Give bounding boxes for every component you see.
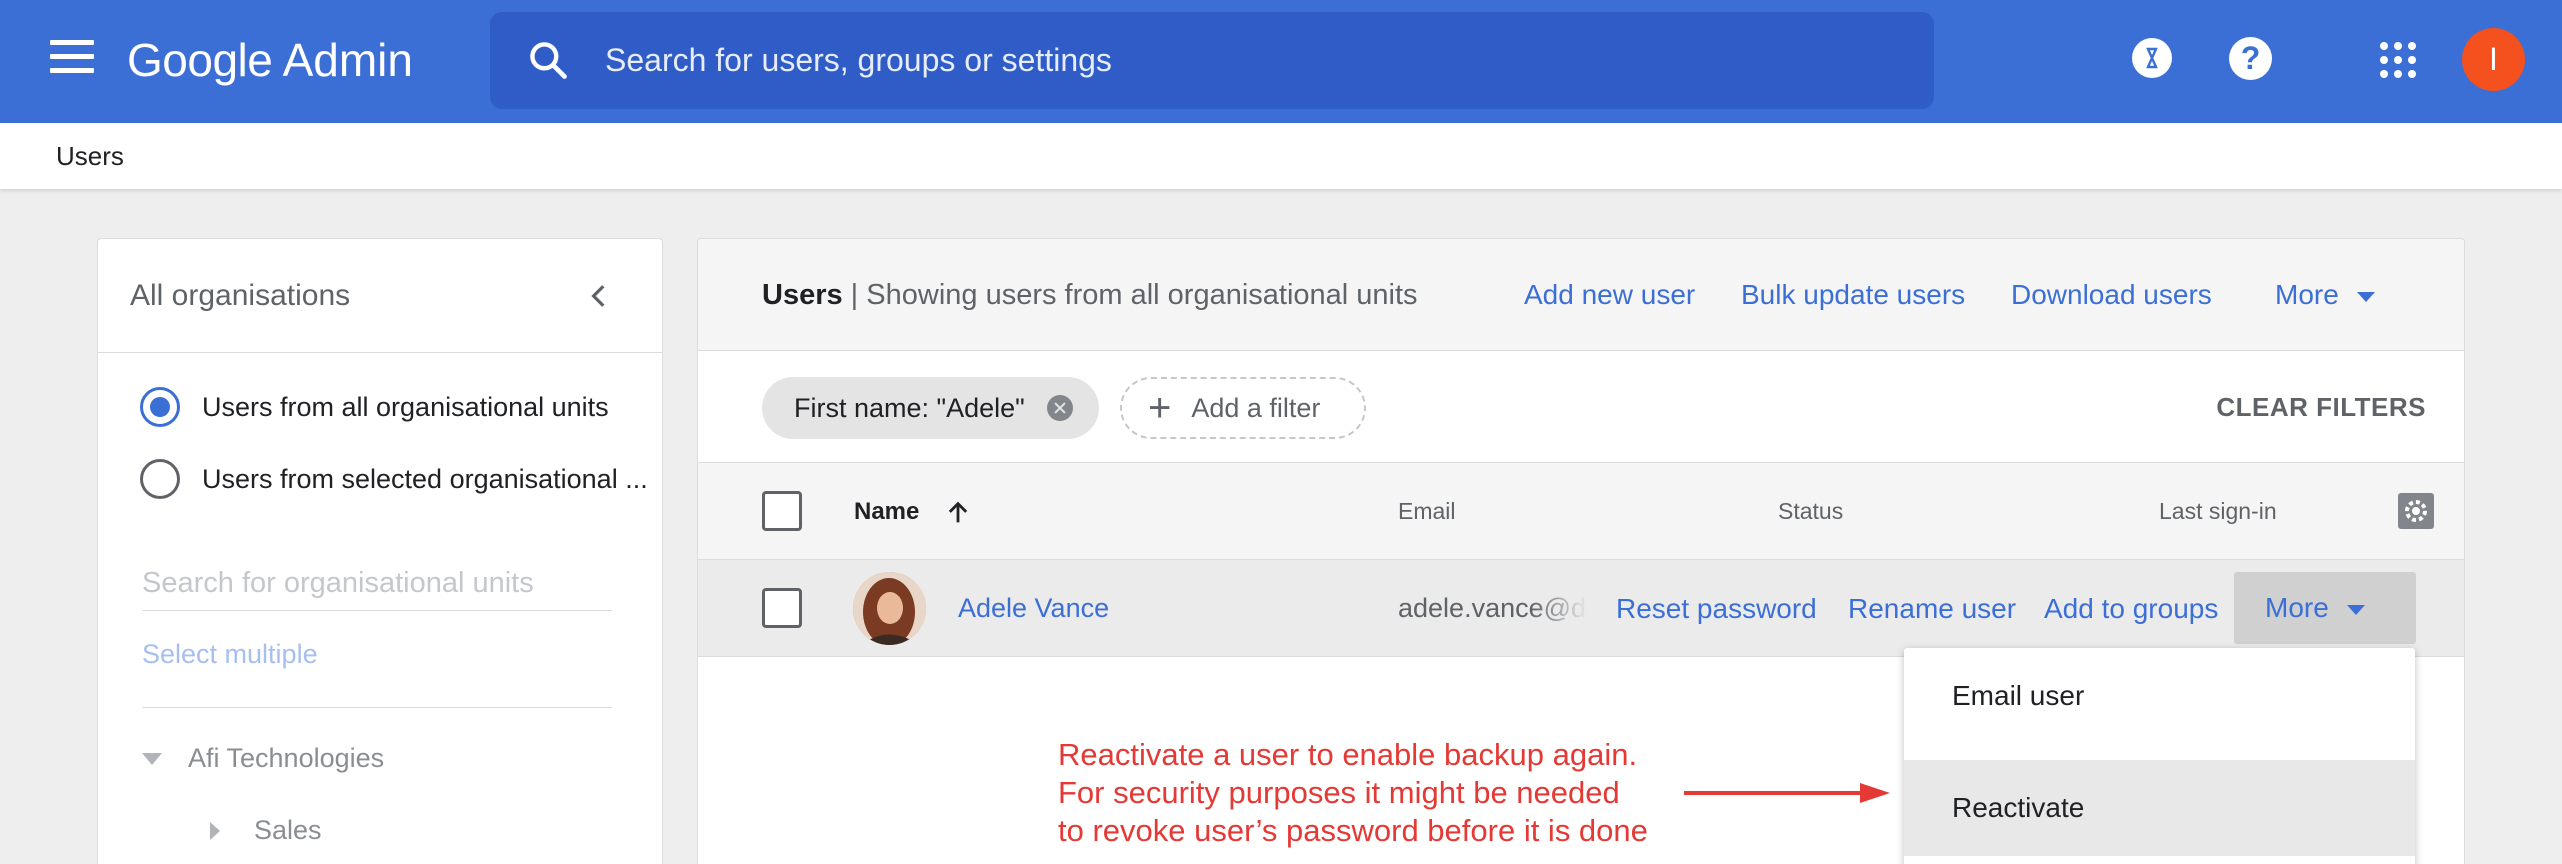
column-header-last-signin[interactable]: Last sign-in (2159, 463, 2277, 560)
logo-google-text: Google (127, 34, 273, 86)
hourglass-icon[interactable] (2132, 38, 2172, 78)
chevron-down-icon (2346, 604, 2365, 615)
search-bar[interactable]: Search for users, groups or settings (490, 12, 1934, 109)
annotation-text: Reactivate a user to enable backup again… (1058, 736, 1648, 850)
expand-right-icon[interactable] (210, 821, 220, 840)
reset-password-button[interactable]: Reset password (1616, 560, 1817, 657)
header-more-label: More (2275, 279, 2339, 310)
apps-grid-icon[interactable] (2380, 42, 2416, 78)
row-checkbox[interactable] (762, 588, 802, 628)
row-more-button[interactable]: More (2234, 572, 2416, 644)
user-avatar (853, 572, 926, 645)
radio-unselected-icon[interactable] (140, 459, 180, 499)
breadcrumb: Users (56, 141, 124, 171)
table-header: Name Email Status Last sign-in (698, 463, 2464, 560)
user-email: adele.vance@demo (1398, 593, 1588, 623)
page-title: Users | Showing users from all organisat… (762, 239, 1418, 351)
collapse-panel-icon[interactable] (586, 283, 612, 309)
header-more-button[interactable]: More (2275, 239, 2375, 351)
clear-filters-button[interactable]: CLEAR FILTERS (2216, 351, 2426, 463)
divider (142, 707, 612, 708)
organisations-panel: All organisations Users from all organis… (97, 238, 663, 864)
tree-item-sales[interactable]: Sales (210, 815, 322, 846)
annotation-line: to revoke user’s password before it is d… (1058, 813, 1648, 848)
add-new-user-button[interactable]: Add new user (1524, 239, 1695, 351)
account-avatar[interactable]: I (2462, 28, 2525, 91)
chevron-down-icon (2356, 291, 2375, 302)
add-filter-button[interactable]: + Add a filter (1120, 377, 1366, 439)
radio-all-units-label: Users from all organisational units (202, 391, 609, 422)
bulk-update-users-button[interactable]: Bulk update users (1741, 239, 1965, 351)
google-admin-logo[interactable]: Google Admin (127, 28, 413, 92)
sort-ascending-icon[interactable] (944, 499, 972, 527)
page-title-bold: Users (762, 279, 843, 311)
breadcrumb-bar: Users (0, 123, 2562, 189)
tree-item-afi-technologies[interactable]: Afi Technologies (142, 743, 384, 774)
column-header-name-label: Name (854, 498, 920, 525)
add-filter-label: Add a filter (1191, 392, 1321, 423)
help-icon[interactable]: ? (2229, 37, 2272, 80)
radio-all-units[interactable]: Users from all organisational units (140, 385, 609, 429)
radio-selected-units-label: Users from selected organisational ... (202, 463, 648, 494)
main-menu-icon[interactable] (50, 40, 94, 80)
top-app-bar: Google Admin Search for users, groups or… (0, 0, 2562, 123)
menu-item-email-user[interactable]: Email user (1904, 648, 2415, 744)
remove-filter-icon[interactable] (1046, 395, 1073, 421)
radio-selected-units[interactable]: Users from selected organisational ... (140, 457, 664, 501)
expand-down-icon[interactable] (142, 752, 162, 765)
filter-chip-label: First name: "Adele" (794, 392, 1025, 423)
organisations-panel-title: All organisations (130, 279, 351, 312)
annotation-line: Reactivate a user to enable backup again… (1058, 737, 1638, 772)
radio-selected-icon[interactable] (140, 387, 180, 427)
logo-admin-text: Admin (282, 34, 413, 86)
search-icon (530, 42, 567, 79)
search-input[interactable]: Search for users, groups or settings (605, 12, 1112, 109)
select-multiple-link[interactable]: Select multiple (142, 639, 318, 670)
page-title-subtitle: | Showing users from all organisational … (842, 279, 1418, 311)
user-name-link[interactable]: Adele Vance (958, 560, 1109, 657)
more-actions-menu: Email user Reactivate (1904, 648, 2415, 864)
column-header-status[interactable]: Status (1778, 463, 1843, 560)
users-panel-header: Users | Showing users from all organisat… (698, 239, 2464, 351)
column-header-name[interactable]: Name (854, 463, 972, 560)
add-to-groups-button[interactable]: Add to groups (2044, 560, 2218, 657)
tree-item-label: Afi Technologies (188, 743, 385, 773)
organisations-panel-header: All organisations (98, 239, 662, 353)
gear-icon[interactable] (2398, 493, 2434, 529)
rename-user-button[interactable]: Rename user (1848, 560, 2016, 657)
tree-item-label: Sales (254, 815, 322, 845)
org-unit-search-input[interactable]: Search for organisational units (142, 555, 612, 611)
annotation-arrow-icon (1684, 783, 1890, 803)
annotation-line: For security purposes it might be needed (1058, 775, 1620, 810)
table-row[interactable]: Adele Vance adele.vance@demo Reset passw… (698, 560, 2464, 657)
download-users-button[interactable]: Download users (2011, 239, 2212, 351)
row-more-label: More (2265, 592, 2329, 623)
plus-icon: + (1148, 386, 1172, 430)
menu-item-reactivate[interactable]: Reactivate (1904, 760, 2415, 856)
select-all-checkbox[interactable] (762, 491, 802, 531)
filter-chip[interactable]: First name: "Adele" (762, 377, 1099, 439)
column-header-email[interactable]: Email (1398, 463, 1456, 560)
filter-bar: First name: "Adele" + Add a filter CLEAR… (698, 351, 2464, 463)
